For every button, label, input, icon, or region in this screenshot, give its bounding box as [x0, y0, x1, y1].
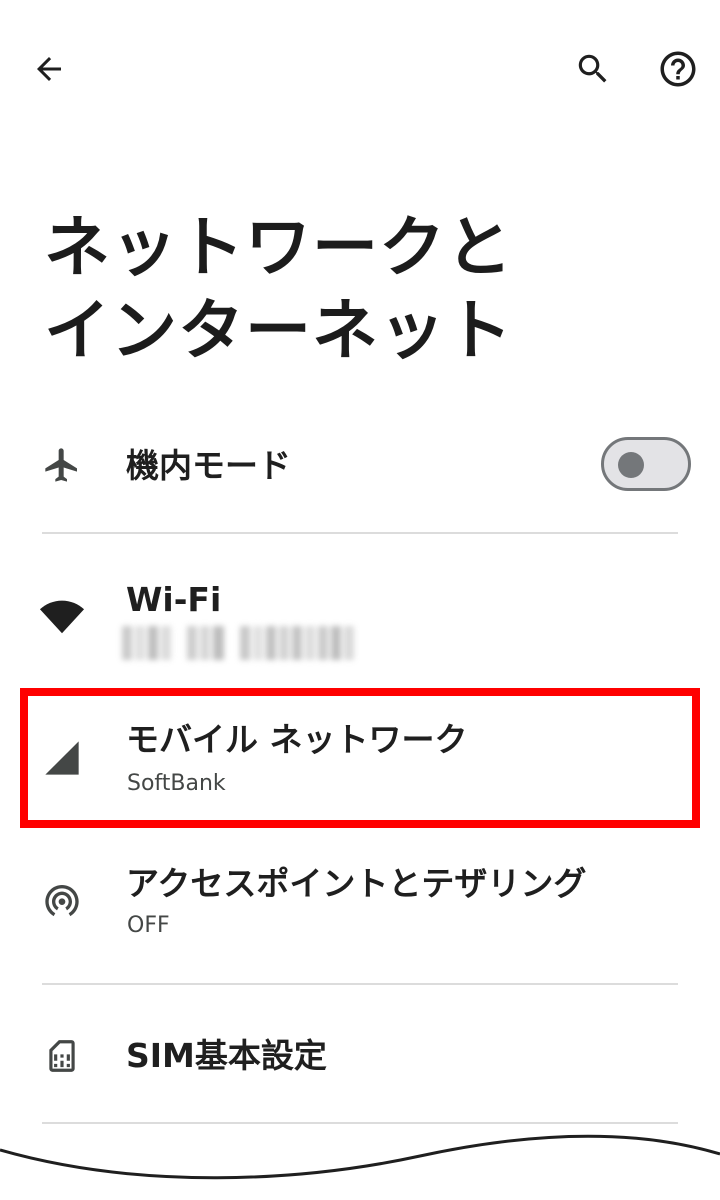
- page-title-line1: ネットワークと: [44, 209, 513, 286]
- toggle-knob: [618, 452, 644, 478]
- sim-preferences-title: SIM基本設定: [126, 1036, 327, 1075]
- wifi-icon: [38, 592, 86, 640]
- hotspot-tethering-status: OFF: [127, 913, 170, 938]
- back-button[interactable]: [17, 37, 81, 101]
- airplane-icon: [38, 441, 86, 489]
- page-title-line2: インターネット: [44, 292, 513, 369]
- page-title: ネットワークと インターネット: [44, 206, 684, 372]
- divider: [42, 983, 678, 985]
- sim-preferences-row[interactable]: SIM基本設定: [0, 1010, 720, 1102]
- airplane-mode-title: 機内モード: [126, 446, 291, 485]
- wifi-network-name-redacted: [122, 626, 355, 660]
- help-button[interactable]: [646, 37, 710, 101]
- wifi-title: Wi-Fi: [126, 580, 222, 619]
- arrow-back-icon: [37, 57, 61, 81]
- divider: [42, 532, 678, 534]
- search-icon: [578, 54, 607, 83]
- hotspot-icon: [38, 876, 86, 924]
- hotspot-tethering-title: アクセスポイントとテザリング: [126, 864, 587, 903]
- help-circle-icon: [660, 51, 696, 87]
- search-button[interactable]: [561, 37, 625, 101]
- hotspot-tethering-row[interactable]: アクセスポイントとテザリング OFF: [0, 846, 720, 966]
- torn-edge-decoration: [0, 1134, 720, 1180]
- highlight-annotation-box: [20, 688, 700, 828]
- sim-card-icon: [38, 1032, 86, 1080]
- airplane-mode-toggle[interactable]: [601, 437, 691, 491]
- wifi-row[interactable]: Wi-Fi: [0, 560, 720, 680]
